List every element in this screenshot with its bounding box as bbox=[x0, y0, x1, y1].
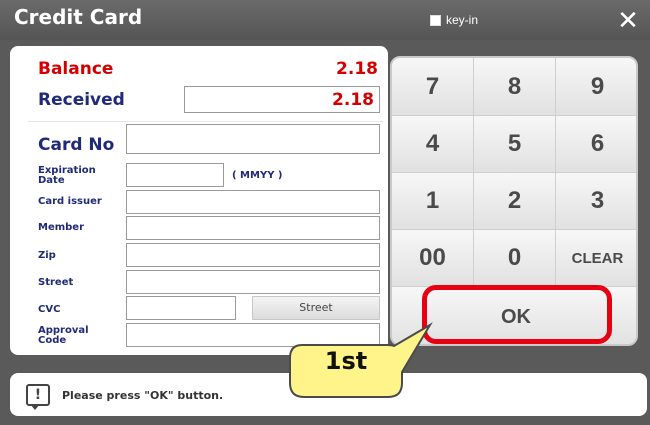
card-no-field[interactable] bbox=[126, 124, 380, 154]
keyin-toggle[interactable]: key-in bbox=[430, 13, 478, 27]
balance-value: 2.18 bbox=[336, 59, 378, 79]
street-button[interactable]: Street bbox=[252, 296, 380, 320]
member-field[interactable] bbox=[126, 216, 380, 240]
ok-highlight-box bbox=[422, 285, 612, 344]
received-label: Received bbox=[38, 90, 125, 110]
approval-code-field[interactable] bbox=[126, 323, 380, 347]
key-00[interactable]: 00 bbox=[392, 230, 474, 287]
key-9[interactable]: 9 bbox=[556, 58, 636, 116]
window-title: Credit Card bbox=[14, 5, 143, 29]
expiration-hint: ( MMYY ) bbox=[232, 170, 283, 181]
card-form-panel: Balance 2.18 Received 2.18 Card No Expir… bbox=[10, 46, 388, 355]
cvc-label: CVC bbox=[38, 304, 61, 315]
card-issuer-field[interactable] bbox=[126, 190, 380, 214]
expiration-field[interactable] bbox=[126, 163, 224, 187]
key-3[interactable]: 3 bbox=[556, 173, 636, 230]
status-bar: ! Please press "OK" button. bbox=[10, 373, 647, 416]
close-icon[interactable]: ✕ bbox=[615, 8, 641, 34]
key-2[interactable]: 2 bbox=[474, 173, 556, 230]
street-label: Street bbox=[38, 277, 74, 288]
key-0[interactable]: 0 bbox=[474, 230, 556, 287]
callout-label: 1st bbox=[324, 347, 368, 375]
keyin-label: key-in bbox=[446, 13, 479, 27]
clear-button[interactable]: CLEAR bbox=[556, 230, 636, 287]
expiration-label-line2: Date bbox=[38, 175, 65, 186]
card-issuer-label: Card issuer bbox=[38, 196, 102, 207]
status-message: Please press "OK" button. bbox=[62, 389, 224, 402]
approval-label-line2: Code bbox=[38, 335, 67, 346]
keyin-checkbox[interactable] bbox=[430, 14, 441, 26]
title-bar: Credit Card key-in ✕ bbox=[0, 0, 650, 40]
key-8[interactable]: 8 bbox=[474, 58, 556, 116]
warning-icon: ! bbox=[26, 384, 50, 406]
key-6[interactable]: 6 bbox=[556, 116, 636, 173]
key-5[interactable]: 5 bbox=[474, 116, 556, 173]
member-label: Member bbox=[38, 222, 85, 233]
balance-label: Balance bbox=[38, 59, 114, 79]
warning-icon-tail bbox=[30, 404, 40, 410]
zip-label: Zip bbox=[38, 250, 56, 261]
card-no-label: Card No bbox=[38, 135, 115, 155]
key-7[interactable]: 7 bbox=[392, 58, 474, 116]
credit-card-window: Credit Card key-in ✕ Balance 2.18 Receiv… bbox=[0, 0, 650, 425]
zip-field[interactable] bbox=[126, 243, 380, 267]
received-value: 2.18 bbox=[332, 90, 374, 110]
street-field[interactable] bbox=[126, 270, 380, 294]
divider bbox=[28, 121, 383, 122]
key-4[interactable]: 4 bbox=[392, 116, 474, 173]
key-1[interactable]: 1 bbox=[392, 173, 474, 230]
cvc-field[interactable] bbox=[126, 296, 236, 320]
